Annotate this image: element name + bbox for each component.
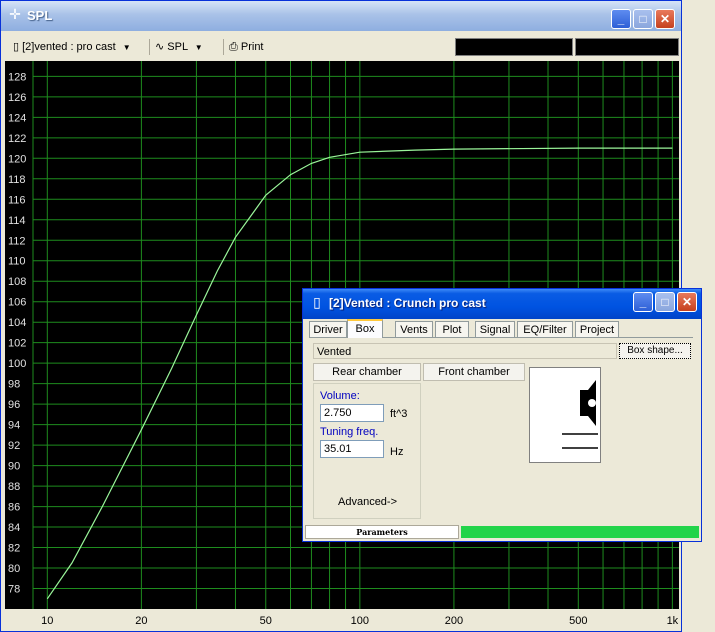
toolbar-separator bbox=[149, 39, 150, 55]
enclosure-icon bbox=[562, 380, 598, 449]
tuning-freq-input[interactable]: 35.01 bbox=[320, 440, 384, 458]
y-tick-label: 108 bbox=[8, 276, 26, 288]
print-button[interactable]: ⎙ Print bbox=[229, 39, 264, 55]
rear-chamber-button[interactable]: Rear chamber bbox=[313, 363, 421, 381]
maximize-button[interactable]: □ bbox=[633, 9, 653, 29]
y-tick-label: 128 bbox=[8, 71, 26, 83]
y-tick-label: 114 bbox=[8, 215, 26, 227]
x-tick-label: 100 bbox=[351, 615, 369, 627]
wave-icon: ∿ bbox=[155, 41, 165, 53]
y-tick-label: 84 bbox=[8, 522, 20, 534]
y-tick-label: 82 bbox=[8, 543, 20, 555]
box-tabs: Driver Box Vents Plot Signal EQ/Filter P… bbox=[309, 319, 693, 338]
volume-input[interactable]: 2.750 bbox=[320, 404, 384, 422]
volume-label: Volume: bbox=[320, 390, 360, 402]
volume-unit: ft^3 bbox=[390, 408, 408, 420]
tab-signal[interactable]: Signal bbox=[475, 321, 515, 337]
view-dropdown[interactable]: ∿ SPL ▼ bbox=[155, 39, 203, 55]
crosshair-icon: ✛ bbox=[9, 6, 21, 22]
y-tick-label: 116 bbox=[8, 194, 26, 206]
tab-vents[interactable]: Vents bbox=[395, 321, 433, 337]
front-chamber-button[interactable]: Front chamber bbox=[423, 363, 525, 381]
y-tick-label: 102 bbox=[8, 338, 26, 350]
y-tick-label: 100 bbox=[8, 358, 26, 370]
status-progress-bar bbox=[461, 526, 699, 538]
speaker-icon: ▯ bbox=[13, 41, 20, 53]
y-tick-label: 94 bbox=[8, 420, 20, 432]
readout-box-2 bbox=[575, 38, 679, 56]
x-tick-label: 1k bbox=[667, 615, 679, 627]
box-close-button[interactable]: ✕ bbox=[677, 292, 697, 312]
box-type-field[interactable]: Vented bbox=[313, 343, 617, 359]
x-tick-label: 200 bbox=[445, 615, 463, 627]
spl-window-title: SPL bbox=[27, 8, 53, 23]
y-tick-label: 118 bbox=[8, 174, 26, 186]
x-tick-label: 20 bbox=[135, 615, 147, 627]
spl-titlebar[interactable]: ✛ SPL _ □ ✕ bbox=[1, 1, 681, 31]
advanced-button[interactable]: Advanced-> bbox=[338, 496, 397, 508]
box-dialog: ▯ [2]Vented : Crunch pro cast _ □ ✕ Driv… bbox=[302, 288, 702, 542]
x-tick-label: 10 bbox=[41, 615, 53, 627]
readout-box-1 bbox=[455, 38, 573, 56]
y-tick-label: 98 bbox=[8, 379, 20, 391]
chevron-down-icon: ▼ bbox=[194, 43, 203, 52]
y-tick-label: 122 bbox=[8, 133, 26, 145]
y-tick-label: 126 bbox=[8, 92, 26, 104]
y-tick-label: 106 bbox=[8, 297, 26, 309]
y-tick-label: 90 bbox=[8, 461, 20, 473]
view-dropdown-label: SPL bbox=[167, 41, 188, 53]
box-diagram bbox=[529, 367, 601, 463]
tab-plot[interactable]: Plot bbox=[435, 321, 469, 337]
y-tick-label: 86 bbox=[8, 502, 20, 514]
spl-toolbar: ▯ [2]vented : pro cast ▼ ∿ SPL ▼ ⎙ Print bbox=[5, 35, 679, 59]
y-tick-label: 92 bbox=[8, 440, 20, 452]
y-tick-label: 80 bbox=[8, 563, 20, 575]
y-tick-label: 96 bbox=[8, 399, 20, 411]
x-tick-label: 500 bbox=[569, 615, 587, 627]
box-minimize-button[interactable]: _ bbox=[633, 292, 653, 312]
tuning-freq-label: Tuning freq. bbox=[320, 426, 379, 438]
box-maximize-button[interactable]: □ bbox=[655, 292, 675, 312]
status-label: Parameters bbox=[305, 525, 459, 539]
status-bar: Parameters bbox=[305, 525, 699, 539]
box-window-title: [2]Vented : Crunch pro cast bbox=[329, 296, 486, 310]
tab-driver[interactable]: Driver bbox=[309, 321, 347, 337]
box-titlebar[interactable]: ▯ [2]Vented : Crunch pro cast _ □ ✕ bbox=[303, 289, 701, 319]
tab-box[interactable]: Box bbox=[347, 319, 383, 338]
y-tick-label: 88 bbox=[8, 481, 20, 493]
rear-chamber-panel: Volume: 2.750 ft^3 Tuning freq. 35.01 Hz… bbox=[313, 383, 421, 519]
project-dropdown[interactable]: ▯ [2]vented : pro cast ▼ bbox=[13, 39, 131, 55]
y-tick-label: 120 bbox=[8, 153, 26, 165]
box-shape-button[interactable]: Box shape... bbox=[619, 343, 691, 359]
chevron-down-icon: ▼ bbox=[122, 43, 131, 52]
project-dropdown-label: [2]vented : pro cast bbox=[22, 41, 116, 53]
close-button[interactable]: ✕ bbox=[655, 9, 675, 29]
x-tick-label: 50 bbox=[260, 615, 272, 627]
minimize-button[interactable]: _ bbox=[611, 9, 631, 29]
speaker-icon: ▯ bbox=[313, 294, 321, 310]
tab-eq-filter[interactable]: EQ/Filter bbox=[517, 321, 573, 337]
tuning-freq-unit: Hz bbox=[390, 446, 404, 458]
tab-project[interactable]: Project bbox=[575, 321, 619, 337]
y-tick-label: 124 bbox=[8, 112, 26, 124]
y-tick-label: 78 bbox=[8, 584, 20, 596]
printer-icon: ⎙ bbox=[229, 41, 238, 53]
y-tick-label: 104 bbox=[8, 317, 26, 329]
y-tick-label: 112 bbox=[8, 235, 26, 247]
toolbar-separator bbox=[223, 39, 224, 55]
print-label: Print bbox=[240, 41, 264, 53]
y-tick-label: 110 bbox=[8, 256, 26, 268]
